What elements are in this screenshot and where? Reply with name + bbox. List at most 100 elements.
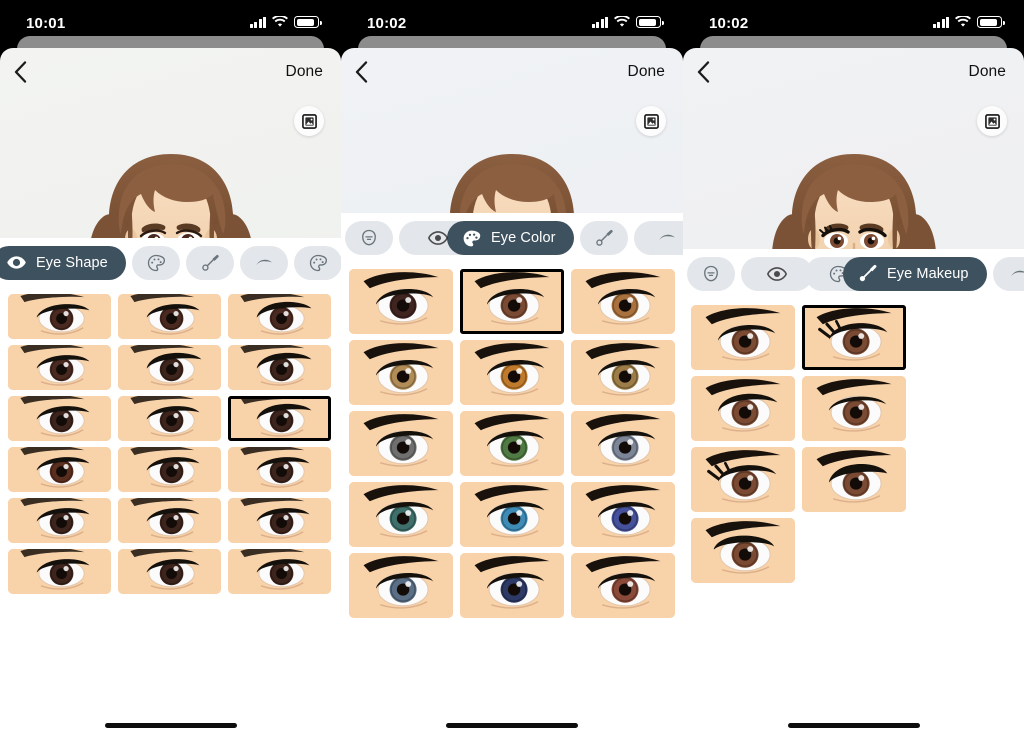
status-indicators: [932, 16, 1005, 28]
option-cell[interactable]: [460, 411, 564, 476]
option-cell[interactable]: [118, 497, 221, 543]
option-cell[interactable]: [118, 344, 221, 390]
tab-eye-makeup[interactable]: [579, 221, 628, 255]
option-cell[interactable]: [118, 548, 221, 594]
option-cell[interactable]: [8, 293, 111, 339]
option-cell[interactable]: [8, 344, 111, 390]
status-clock: 10:01: [26, 14, 66, 32]
eye-makeup-option-grid[interactable]: [683, 298, 1024, 735]
option-cell[interactable]: [691, 375, 795, 441]
option-cell[interactable]: [118, 395, 221, 441]
option-cell[interactable]: [349, 340, 453, 405]
editor-sheet: Done: [683, 48, 1024, 735]
option-cell[interactable]: [118, 293, 221, 339]
option-cell[interactable]: [571, 340, 675, 405]
option-cell[interactable]: [8, 548, 111, 594]
option-cell[interactable]: [8, 446, 111, 492]
battery-icon: [294, 16, 322, 28]
option-cell[interactable]: [349, 269, 453, 334]
tab-eyebrows[interactable]: [633, 221, 683, 255]
option-cell[interactable]: [571, 269, 675, 334]
category-tab-bar[interactable]: Eye Color: [341, 213, 683, 263]
status-indicators: [591, 16, 664, 28]
eye-color-option-grid[interactable]: [341, 263, 683, 735]
home-indicator: [446, 723, 578, 728]
option-cell[interactable]: [460, 553, 564, 618]
phone-panel-eye-shape: 10:01 Done Eye Shape: [0, 0, 341, 735]
done-button[interactable]: Done: [626, 61, 667, 83]
status-clock: 10:02: [709, 14, 749, 32]
option-cell[interactable]: [571, 482, 675, 547]
photo-frame-icon[interactable]: [977, 106, 1007, 136]
tab-palette-extra[interactable]: [293, 245, 341, 280]
back-button[interactable]: [697, 57, 723, 87]
cellular-signal-icon: [249, 16, 266, 28]
status-indicators: [249, 16, 322, 28]
palette-icon: [307, 252, 329, 274]
avatar-preview-area: [0, 96, 341, 359]
home-indicator: [104, 723, 237, 728]
makeup-brush-icon: [593, 227, 615, 249]
cellular-signal-icon: [591, 16, 608, 28]
option-cell[interactable]: [460, 340, 564, 405]
option-cell-selected[interactable]: [228, 395, 331, 441]
option-cell[interactable]: [228, 548, 331, 594]
eye-shape-option-grid[interactable]: [0, 287, 341, 735]
category-tab-bar[interactable]: Eye Makeup: [683, 248, 1024, 299]
photo-frame-icon[interactable]: [636, 106, 666, 136]
option-cell[interactable]: [460, 482, 564, 547]
option-cell[interactable]: [118, 446, 221, 492]
wifi-icon: [614, 16, 630, 28]
done-button[interactable]: Done: [967, 61, 1008, 83]
option-cell[interactable]: [691, 304, 795, 370]
navigation-bar: Done: [683, 48, 1024, 96]
back-button[interactable]: [355, 57, 381, 87]
option-cell[interactable]: [691, 446, 795, 512]
navigation-bar: Done: [341, 48, 683, 96]
back-button[interactable]: [14, 57, 40, 87]
tab-eye-color-label: Eye Color: [491, 230, 556, 246]
battery-icon: [977, 16, 1005, 28]
category-tab-bar[interactable]: Eye Shape: [0, 237, 341, 288]
option-cell[interactable]: [228, 497, 331, 543]
tab-head-shape[interactable]: [687, 256, 735, 291]
option-cell-selected[interactable]: [460, 269, 564, 334]
option-cell[interactable]: [349, 553, 453, 618]
option-cell[interactable]: [228, 446, 331, 492]
tab-eyebrows[interactable]: [239, 245, 288, 280]
option-cell[interactable]: [571, 553, 675, 618]
option-cell[interactable]: [802, 446, 906, 512]
tab-eye-shape[interactable]: Eye Shape: [0, 245, 126, 280]
head-shape-icon: [358, 227, 380, 249]
phone-panel-eye-makeup: 10:02 Done Eye Makeup: [683, 0, 1024, 735]
head-shape-icon: [700, 263, 722, 285]
option-cell[interactable]: [228, 344, 331, 390]
tab-eye-shape[interactable]: [741, 256, 813, 291]
tab-eye-makeup[interactable]: [185, 245, 234, 280]
option-cell-selected[interactable]: [802, 304, 906, 370]
tab-eye-color[interactable]: Eye Color: [447, 221, 574, 255]
option-cell[interactable]: [8, 395, 111, 441]
eyebrow-icon: [656, 227, 678, 249]
phone-panel-eye-color: 10:02 Done Eye Color: [341, 0, 683, 735]
photo-frame-icon[interactable]: [294, 106, 324, 136]
done-button[interactable]: Done: [284, 61, 325, 83]
editor-sheet: Done: [341, 48, 683, 735]
option-cell[interactable]: [228, 293, 331, 339]
option-cell[interactable]: [571, 411, 675, 476]
status-clock: 10:02: [367, 14, 407, 32]
option-cell[interactable]: [8, 497, 111, 543]
wifi-icon: [955, 16, 971, 28]
eye-icon: [766, 263, 788, 285]
option-cell[interactable]: [802, 375, 906, 441]
tab-eye-color[interactable]: [131, 245, 180, 280]
tab-head-shape[interactable]: [345, 221, 393, 255]
tab-eye-makeup[interactable]: Eye Makeup: [843, 256, 987, 291]
tab-eyebrows[interactable]: [992, 256, 1024, 291]
tab-eye-makeup-label: Eye Makeup: [887, 265, 969, 282]
option-cell[interactable]: [691, 517, 795, 583]
eyebrow-icon: [253, 252, 275, 274]
option-cell[interactable]: [349, 482, 453, 547]
option-cell[interactable]: [349, 411, 453, 476]
tab-eye-shape-label: Eye Shape: [36, 254, 108, 271]
